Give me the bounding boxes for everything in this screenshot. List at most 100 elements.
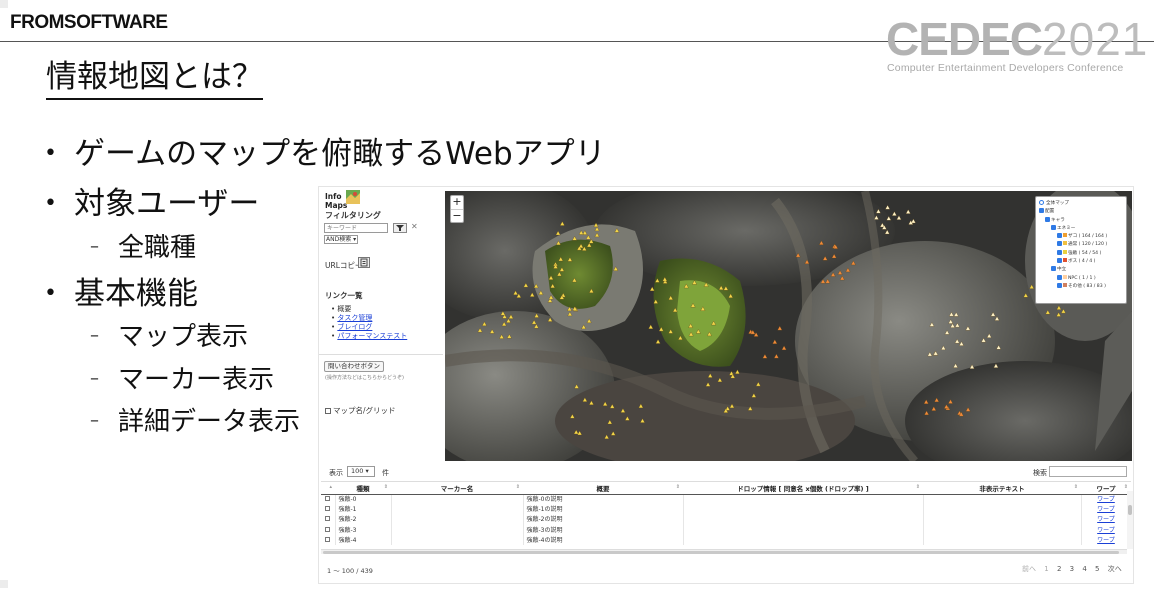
layer-item[interactable]: 全体マップ [1039, 200, 1123, 208]
layer-label: 通常 ( 120 / 120 ) [1068, 242, 1108, 248]
corner-decoration [0, 0, 8, 8]
layer-item[interactable]: ザコ ( 164 / 164 ) [1039, 233, 1123, 241]
filter-clear-button[interactable]: ✕ [411, 222, 418, 231]
game-map-view[interactable]: + − 全体マップ配置 キャラ エネミーザコ ( 164 / 164 ) 通常 ( 1… [445, 191, 1132, 461]
row-checkbox[interactable] [325, 536, 331, 542]
layer-checkbox[interactable] [1057, 274, 1062, 280]
column-header-warp[interactable]: ワープ ⇕ [1081, 481, 1131, 495]
table-horizontal-scrollbar[interactable] [321, 549, 1127, 554]
sub-bullet-item: – マップ表示 [90, 322, 249, 352]
page-size-select[interactable]: 100 ▾ [347, 466, 375, 477]
row-type: 強敵-3 [335, 525, 392, 536]
url-copy-button[interactable] [358, 257, 370, 268]
table-row[interactable]: 強敵-4 強敵-4の説明 ワープ [321, 535, 1132, 546]
layer-checkbox[interactable] [1057, 233, 1062, 239]
search-mode-select[interactable]: AND検索 ▾ [324, 235, 358, 244]
row-type: 強敵-1 [335, 504, 392, 515]
zoom-in-button[interactable]: + [451, 196, 463, 209]
row-type: 強敵-2 [335, 514, 392, 526]
table-row[interactable]: 強敵-3 強敵-3の説明 ワープ [321, 525, 1132, 536]
zoom-out-button[interactable]: − [451, 209, 463, 222]
pager-page[interactable]: 1 [1044, 565, 1048, 573]
column-header-hidden-text[interactable]: 非表示テキスト ⇕ [923, 481, 1081, 495]
table-search-input[interactable] [1049, 466, 1127, 477]
table-vertical-scrollbar[interactable] [1127, 491, 1133, 549]
warp-link[interactable]: ワープ [1097, 527, 1115, 534]
layer-checkbox[interactable] [1051, 266, 1056, 272]
layer-checkbox[interactable] [1057, 258, 1062, 264]
app-logo-text: Info Maps [325, 192, 348, 210]
layer-item[interactable]: NPC ( 1 / 1 ) [1039, 274, 1123, 283]
row-checkbox[interactable] [325, 506, 331, 512]
clipboard-icon [360, 258, 368, 267]
cedec-wordmark: CEDEC2021 [886, 13, 1149, 65]
layer-item[interactable]: 強敵 ( 54 / 54 ) [1039, 249, 1123, 258]
pager-page[interactable]: 2 [1057, 565, 1061, 573]
app-sidebar: InfoMaps フィルタリング ✕ AND検索 ▾ URLコピー リンク一覧 … [319, 187, 443, 459]
table-row[interactable]: 強敵-2 強敵-2の説明 ワープ [321, 514, 1132, 526]
layer-checkbox[interactable] [1057, 282, 1062, 288]
table-row[interactable]: 強敵-0 強敵-0の説明 ワープ [321, 494, 1132, 505]
layer-item[interactable]: ボス ( 4 / 4 ) [1039, 258, 1123, 266]
layer-checkbox[interactable] [1057, 241, 1062, 247]
layer-label: 全体マップ [1046, 201, 1069, 206]
pager-page[interactable]: 4 [1082, 565, 1086, 573]
row-type: 強敵-4 [335, 535, 392, 546]
map-grid-toggle[interactable]: マップ名/グリッド [325, 405, 396, 416]
link-item-task-management[interactable]: タスク管理 [331, 314, 407, 323]
layer-item[interactable]: その他 ( 83 / 83 ) [1039, 282, 1123, 291]
layer-checkbox[interactable] [1039, 208, 1044, 214]
layer-checkbox[interactable] [1045, 216, 1050, 222]
warp-link[interactable]: ワープ [1097, 496, 1115, 503]
cedec-subtitle: Computer Entertainment Developers Confer… [887, 62, 1124, 74]
column-header-select[interactable]: ▴ [321, 481, 335, 495]
sidebar-divider [319, 354, 443, 355]
layer-label: NPC ( 1 / 1 ) [1068, 275, 1096, 281]
row-checkbox[interactable] [325, 526, 331, 532]
filter-button[interactable] [393, 223, 407, 233]
layer-radio[interactable] [1039, 200, 1044, 205]
row-checkbox[interactable] [325, 516, 331, 522]
url-copy-label: URLコピー [325, 261, 363, 270]
bullet-item: • 対象ユーザー [44, 186, 260, 222]
filter-keyword-input[interactable] [324, 223, 388, 233]
pager-prev[interactable]: 前へ [1022, 565, 1036, 573]
column-header-type[interactable]: 種類 ⇕ [335, 481, 391, 495]
warp-link[interactable]: ワープ [1097, 506, 1115, 513]
page-size-label: 表示 [329, 469, 343, 477]
bullet-item: • ゲームのマップを俯瞰するWebアプリ [44, 136, 606, 172]
layer-item[interactable]: 通常 ( 120 / 120 ) [1039, 241, 1123, 249]
grid-checkbox[interactable] [325, 408, 331, 414]
warp-link[interactable]: ワープ [1097, 516, 1115, 523]
marker-swatch-icon [1063, 282, 1067, 287]
row-checkbox[interactable] [325, 496, 331, 502]
column-header-drop-info[interactable]: ドロップ情報 [ 同意名 x個数 (ドロップ率) ] ⇕ [683, 481, 923, 495]
layer-label: エネミー [1057, 225, 1076, 231]
link-item-performance-test[interactable]: パフォーマンステスト [331, 332, 407, 341]
layer-item[interactable]: 配置 [1039, 208, 1123, 216]
layer-label: 配置 [1045, 209, 1055, 215]
row-marker-name [391, 494, 524, 505]
link-list: 概要 タスク管理 ブレイログ パフォーマンステスト [331, 305, 407, 341]
layer-item[interactable]: キャラ [1039, 216, 1123, 225]
pager-page[interactable]: 3 [1070, 565, 1074, 573]
layer-checkbox[interactable] [1051, 224, 1056, 230]
link-item-play-log[interactable]: ブレイログ [331, 323, 407, 332]
pager-page[interactable]: 5 [1095, 565, 1099, 573]
map-logo-icon [346, 190, 360, 204]
warp-link[interactable]: ワープ [1097, 537, 1115, 544]
table-row[interactable]: 強敵-1 強敵-1の説明 ワープ [321, 504, 1132, 515]
column-header-summary[interactable]: 概要 ⇕ [523, 481, 683, 495]
layer-item[interactable]: エネミー [1039, 224, 1123, 233]
row-summary: 強敵-1の説明 [523, 504, 684, 515]
layer-checkbox[interactable] [1057, 249, 1062, 255]
pager-next[interactable]: 次へ [1108, 565, 1122, 573]
column-header-marker-name[interactable]: マーカー名 ⇕ [391, 481, 523, 495]
layer-label: ザコ ( 164 / 164 ) [1068, 234, 1108, 240]
link-item-overview: 概要 [331, 305, 407, 314]
inquiry-button[interactable]: 問い合わせボタン [324, 361, 384, 372]
inquiry-note: (操作方法などはこちらからどうぞ) [325, 375, 404, 381]
row-hidden-text [923, 494, 1082, 505]
layer-item[interactable]: 中立 [1039, 266, 1123, 274]
layer-label: 中立 [1057, 267, 1067, 273]
